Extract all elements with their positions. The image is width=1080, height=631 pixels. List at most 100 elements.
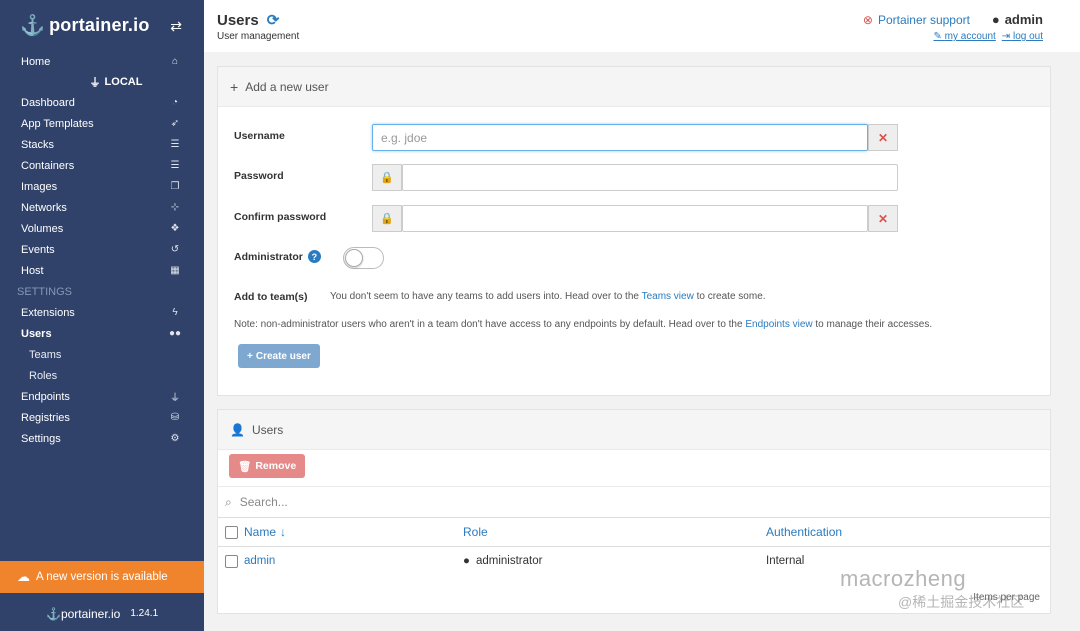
database-icon: ⛁: [170, 412, 180, 423]
password-input[interactable]: [402, 164, 898, 191]
search-bar[interactable]: ⌕ Search...: [218, 487, 1050, 518]
endpoints-view-link[interactable]: Endpoints view: [745, 319, 812, 330]
sidebar-item-images[interactable]: Images ❐: [0, 176, 204, 197]
sidebar-item-roles[interactable]: Roles: [0, 365, 204, 386]
sidebar-item-label: Stacks: [21, 138, 55, 151]
column-name-label: Name: [244, 525, 277, 539]
lock-icon: 🔒: [372, 205, 402, 232]
page-header: Users ⟳ User management ⊗ Portainer supp…: [204, 0, 1080, 52]
log-out-label: log out: [1012, 31, 1043, 42]
trash-icon: 🗑: [238, 460, 252, 473]
sidebar-item-endpoints[interactable]: Endpoints ⏚: [0, 386, 204, 407]
sidebar-item-label: Registries: [21, 411, 70, 424]
portainer-logo[interactable]: ⚓ portainer.io: [20, 13, 150, 38]
sidebar-item-registries[interactable]: Registries ⛁: [0, 407, 204, 428]
sidebar-item-settings[interactable]: Settings ⚙: [0, 428, 204, 449]
create-user-button[interactable]: + Create user: [238, 344, 320, 368]
username-clear-icon[interactable]: ✕: [868, 124, 898, 151]
brand-label: portainer.io: [49, 14, 150, 35]
sitemap-icon: ⊹: [170, 202, 180, 213]
update-notification[interactable]: ☁ A new version is available: [0, 561, 204, 593]
endpoint-label: ⏚ LOCAL: [0, 72, 204, 92]
lock-icon: 🔒: [372, 164, 402, 191]
update-text: A new version is available: [36, 571, 168, 583]
crane-icon: ⚓: [20, 14, 46, 37]
confirm-password-input[interactable]: [402, 205, 868, 232]
version-label: 1.24.1: [130, 608, 159, 619]
teams-label: Add to team(s): [234, 291, 308, 303]
add-user-panel-header: + Add a new user: [218, 67, 1050, 107]
plug-icon: ⏚: [89, 77, 101, 89]
support-icon: ⊗: [862, 13, 873, 27]
teams-note-suffix: to create some.: [696, 291, 766, 302]
add-user-panel: + Add a new user Username e.g. jdoe ✕ Pa…: [217, 66, 1051, 396]
remove-button[interactable]: 🗑 Remove: [229, 454, 306, 478]
home-icon: ⌂: [171, 56, 179, 67]
column-authentication[interactable]: Authentication: [766, 518, 842, 546]
password-label: Password: [234, 170, 284, 182]
wrench-icon: ✎: [933, 31, 942, 42]
user-name-link[interactable]: admin: [244, 547, 275, 575]
administrator-toggle[interactable]: [343, 247, 384, 269]
cogs-icon: ⚙: [170, 433, 180, 444]
confirm-clear-icon[interactable]: ✕: [868, 205, 898, 232]
sidebar-item-networks[interactable]: Networks ⊹: [0, 197, 204, 218]
sort-alpha-icon: ↓: [280, 525, 287, 539]
watermark-sub: @稀土掘金技术社区: [898, 594, 1025, 610]
sidebar-item-label: Host: [21, 264, 44, 277]
teams-note: You don't seem to have any teams to add …: [330, 291, 766, 302]
sidebar-item-label: Extensions: [21, 306, 75, 319]
user-circle-icon: ●: [463, 555, 470, 567]
column-role[interactable]: Role: [463, 518, 488, 546]
endpoint-name: LOCAL: [104, 76, 143, 88]
teams-view-link[interactable]: Teams view: [642, 291, 694, 302]
sidebar-item-stacks[interactable]: Stacks ☰: [0, 134, 204, 155]
my-account-label: my account: [944, 31, 996, 42]
sidebar-item-label: Endpoints: [21, 390, 70, 403]
page-subtitle: User management: [217, 31, 300, 42]
refresh-icon[interactable]: ⟳: [267, 11, 280, 29]
sidebar-item-extensions[interactable]: Extensions ϟ: [0, 302, 204, 323]
sidebar-toggle-icon[interactable]: ⇄: [170, 18, 182, 35]
user-role: ● administrator: [463, 547, 542, 575]
question-circle-icon[interactable]: ?: [307, 250, 321, 263]
select-all-checkbox[interactable]: [225, 518, 238, 546]
access-note-suffix: to manage their accesses.: [815, 319, 933, 330]
plug-icon: ⏚: [170, 393, 180, 404]
sidebar-item-volumes[interactable]: Volumes ❖: [0, 218, 204, 239]
sidebar-item-events[interactable]: Events ↺: [0, 239, 204, 260]
users-panel-header: 👤 Users: [218, 410, 1050, 450]
confirm-password-label: Confirm password: [234, 211, 327, 223]
sidebar-item-teams[interactable]: Teams: [0, 344, 204, 365]
sidebar-item-users[interactable]: Users ●●: [0, 323, 204, 344]
role-label: administrator: [475, 555, 543, 567]
bolt-icon: ϟ: [172, 307, 178, 318]
sidebar-item-home[interactable]: Home ⌂: [0, 51, 204, 72]
search-input[interactable]: Search...: [240, 495, 288, 509]
sign-out-icon: ⇥: [1001, 31, 1011, 42]
sidebar-item-dashboard[interactable]: Dashboard ◔: [0, 92, 204, 113]
sidebar-item-app-templates[interactable]: App Templates ➶: [0, 113, 204, 134]
sidebar-item-containers[interactable]: Containers ☰: [0, 155, 204, 176]
username-input[interactable]: e.g. jdoe: [372, 124, 868, 151]
footer-logo: ⚓portainer.io: [46, 606, 121, 621]
sidebar-item-host[interactable]: Host ▦: [0, 260, 204, 281]
settings-section-title: SETTINGS: [17, 285, 73, 298]
watermark: macrozheng: [840, 566, 967, 591]
row-checkbox[interactable]: [225, 547, 238, 575]
my-account-link[interactable]: ✎ my account: [933, 31, 995, 42]
column-name[interactable]: Name ↓: [244, 518, 286, 546]
search-icon: ⌕: [225, 494, 232, 509]
sidebar-item-label: Home: [21, 55, 51, 68]
sidebar-item-label: Networks: [21, 201, 67, 214]
containers-icon: ☰: [170, 160, 180, 171]
sidebar-item-label: Events: [21, 243, 55, 256]
log-out-link[interactable]: ⇥ log out: [1002, 31, 1043, 42]
support-link[interactable]: ⊗ Portainer support: [863, 13, 970, 27]
user-name: admin: [1004, 12, 1043, 27]
sidebar-item-label: Users: [21, 327, 52, 340]
administrator-text: Administrator: [234, 250, 303, 263]
users-icon: ●●: [168, 328, 182, 339]
brand[interactable]: ⚓ portainer.io ⇄: [0, 0, 204, 50]
user-icon: 👤: [230, 422, 245, 437]
